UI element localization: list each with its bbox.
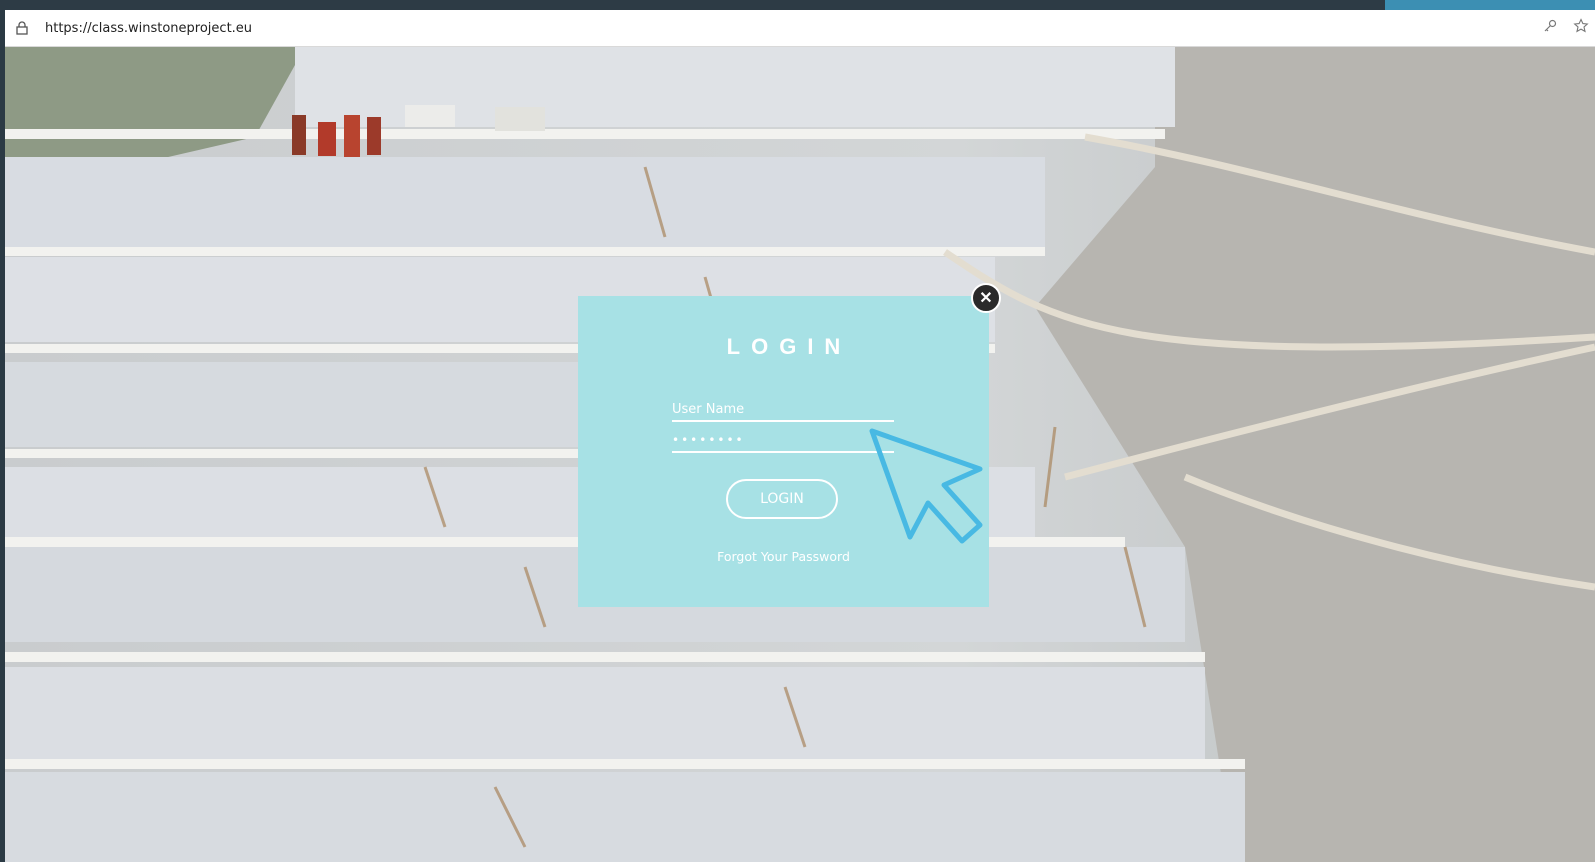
username-input[interactable]: User Name: [672, 402, 894, 422]
close-icon[interactable]: ✕: [971, 283, 1001, 313]
forgot-password-link[interactable]: Forgot Your Password: [578, 549, 989, 564]
browser-tab-accent: [1385, 0, 1595, 10]
lock-icon: [15, 20, 29, 36]
star-icon[interactable]: [1573, 17, 1589, 39]
password-input[interactable]: ••••••••: [672, 433, 894, 453]
address-bar[interactable]: https://class.winstoneproject.eu: [5, 10, 1595, 47]
login-button[interactable]: LOGIN: [726, 479, 838, 519]
key-icon[interactable]: [1543, 19, 1557, 38]
browser-top-strip: [0, 0, 1595, 10]
url-text[interactable]: https://class.winstoneproject.eu: [45, 21, 252, 36]
login-title: LOGIN: [726, 334, 852, 359]
arrow-cursor-icon: [866, 425, 986, 545]
